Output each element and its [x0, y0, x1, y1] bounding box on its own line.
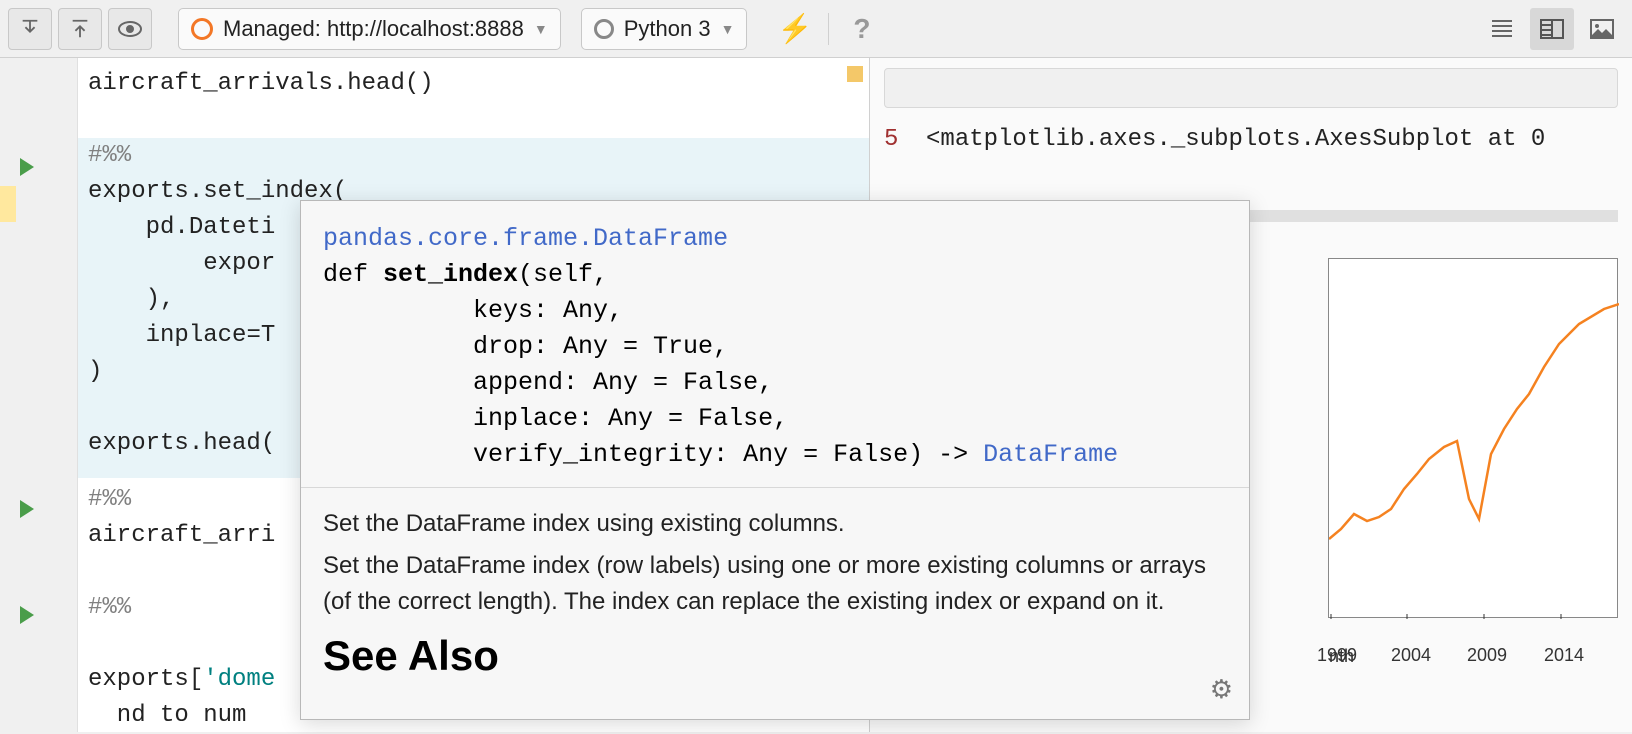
cell-marker: #%% [88, 138, 859, 174]
split-view-icon[interactable] [1530, 8, 1574, 50]
download-button[interactable] [8, 8, 52, 50]
output-card [884, 68, 1618, 108]
type-link[interactable]: DataFrame [983, 440, 1118, 469]
chart-xlabel: nth [1329, 646, 1354, 667]
help-icon[interactable]: ? [853, 13, 870, 45]
preview-button[interactable] [108, 8, 152, 50]
run-cell-icon[interactable] [20, 158, 34, 176]
documentation-popup: pandas.core.frame.DataFrame def set_inde… [300, 200, 1250, 720]
gutter [0, 58, 78, 732]
run-cell-icon[interactable] [20, 606, 34, 624]
lines-view-icon[interactable] [1480, 8, 1524, 50]
chart: 1999 2004 2009 2014 nth [1328, 258, 1618, 618]
code-line: aircraft_arrivals.head() [88, 66, 859, 102]
gear-icon[interactable]: ⚙ [1210, 674, 1233, 705]
run-cell-icon[interactable] [20, 500, 34, 518]
doc-see-also-heading: See Also [323, 638, 1227, 674]
jupyter-icon [191, 18, 213, 40]
doc-summary: Set the DataFrame index using existing c… [323, 506, 1227, 542]
doc-body: Set the DataFrame index using existing c… [301, 488, 1249, 692]
separator [828, 13, 829, 45]
kernel-dropdown[interactable]: Python 3 ▼ [581, 8, 748, 50]
image-view-icon[interactable] [1580, 8, 1624, 50]
doc-description: Set the DataFrame index (row labels) usi… [323, 548, 1227, 620]
kernel-label: Python 3 [624, 16, 711, 42]
chevron-down-icon: ▼ [534, 21, 548, 37]
server-label: Managed: http://localhost:8888 [223, 16, 524, 42]
chart-line [1329, 259, 1619, 619]
chevron-down-icon: ▼ [721, 21, 735, 37]
toolbar: Managed: http://localhost:8888 ▼ Python … [0, 0, 1632, 58]
output-text: <matplotlib.axes._subplots.AxesSubplot a… [926, 126, 1545, 153]
doc-signature: pandas.core.frame.DataFrame def set_inde… [301, 201, 1249, 488]
doc-qualifier: pandas.core.frame.DataFrame [323, 221, 1227, 257]
upload-button[interactable] [58, 8, 102, 50]
lightning-icon[interactable]: ⚡ [777, 12, 812, 45]
exec-count: 5 [884, 126, 898, 153]
server-dropdown[interactable]: Managed: http://localhost:8888 ▼ [178, 8, 561, 50]
kernel-status-icon [594, 19, 614, 39]
output-row: 5 <matplotlib.axes._subplots.AxesSubplot… [884, 126, 1618, 153]
